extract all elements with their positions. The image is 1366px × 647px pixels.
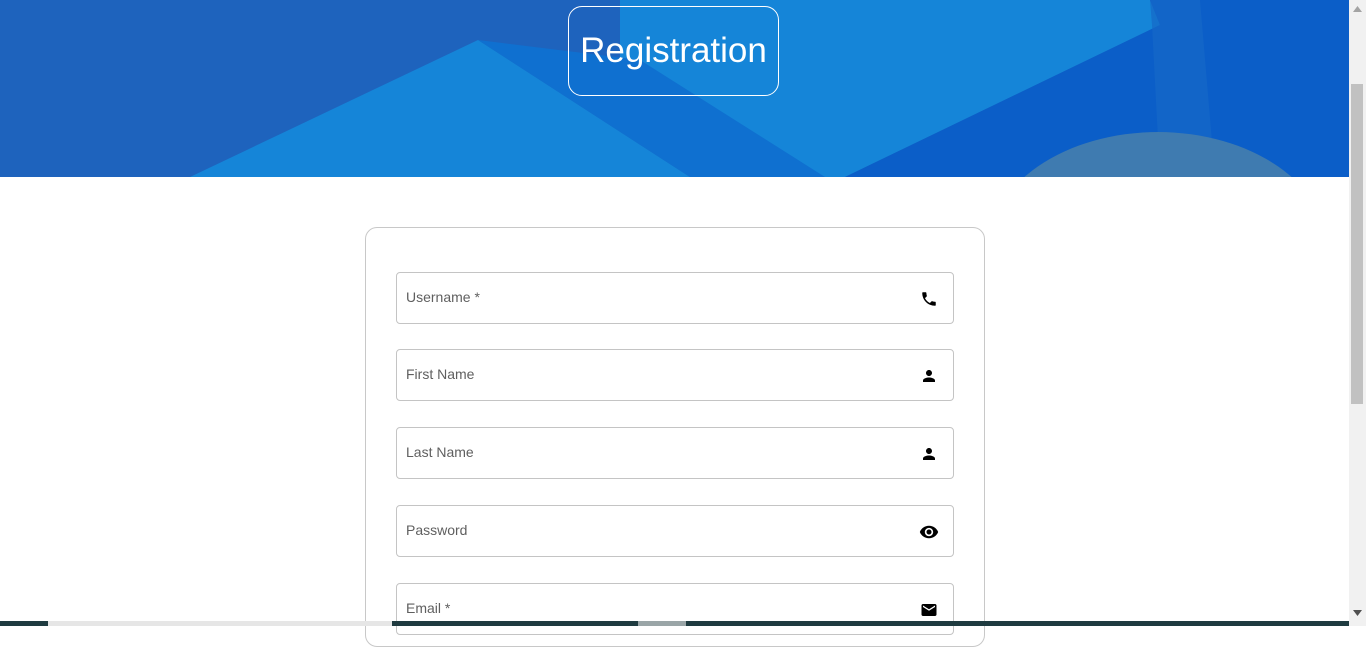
taskbar-segment — [638, 621, 686, 626]
taskbar-strip — [0, 621, 1349, 626]
taskbar-segment — [48, 621, 392, 626]
eye-icon[interactable] — [918, 521, 940, 543]
person-icon — [918, 365, 940, 387]
scrollbar-thumb[interactable] — [1351, 84, 1363, 404]
page-scrollbar[interactable] — [1349, 0, 1366, 626]
password-field[interactable]: Password — [396, 505, 954, 557]
down-arrow-icon[interactable] — [1349, 604, 1366, 621]
registration-form: Username * First Name Last Name Password… — [365, 227, 985, 647]
password-label: Password — [406, 522, 468, 538]
phone-icon — [918, 288, 940, 310]
up-arrow-icon[interactable] — [1349, 0, 1366, 17]
username-label: Username * — [406, 289, 480, 305]
header-banner: Registration — [0, 0, 1349, 177]
email-label: Email * — [406, 600, 451, 616]
last-name-label: Last Name — [406, 444, 474, 460]
username-field[interactable]: Username * — [396, 272, 954, 324]
page-title: Registration — [568, 6, 779, 96]
last-name-field[interactable]: Last Name — [396, 427, 954, 479]
mail-icon — [918, 599, 940, 621]
email-field[interactable]: Email * — [396, 583, 954, 635]
page-title-text: Registration — [580, 31, 767, 70]
person-icon — [918, 443, 940, 465]
first-name-field[interactable]: First Name — [396, 349, 954, 401]
first-name-label: First Name — [406, 366, 475, 382]
